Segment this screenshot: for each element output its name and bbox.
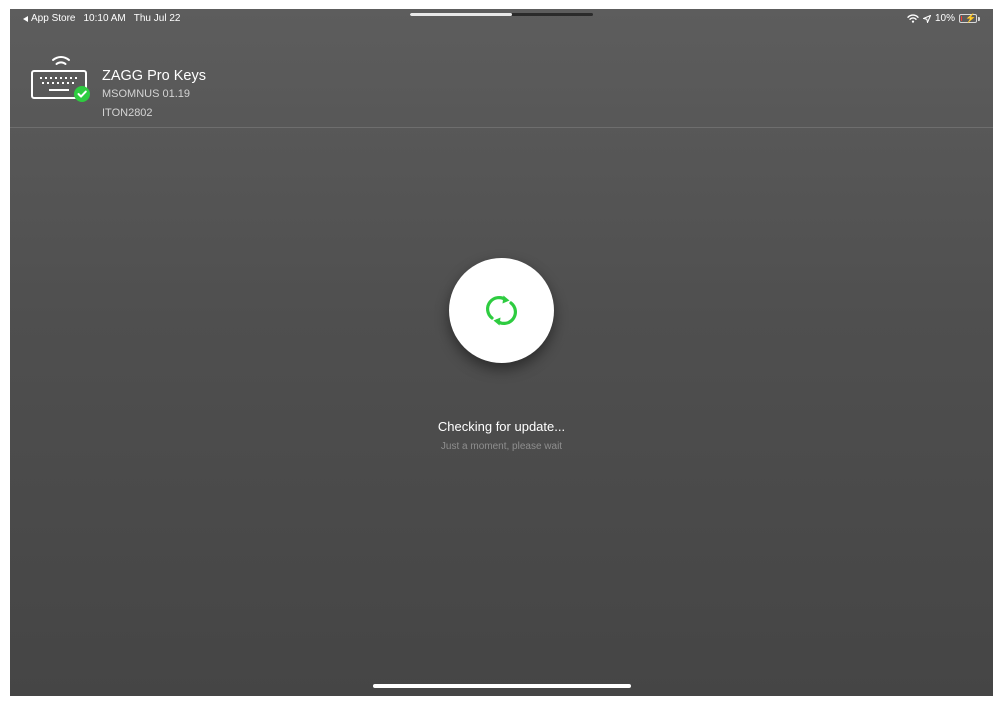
status-time: 10:10 AM bbox=[83, 13, 126, 24]
update-status-circle bbox=[449, 258, 554, 363]
back-arrow-icon bbox=[23, 15, 28, 22]
multitasking-indicator-fill bbox=[410, 13, 513, 16]
status-left: App Store 10:10 AM Thu Jul 22 bbox=[23, 13, 180, 24]
battery-charging-icon: ⚡ bbox=[959, 13, 977, 23]
battery-percent: 10% bbox=[934, 13, 955, 24]
back-label: App Store bbox=[31, 13, 76, 24]
app-screen: App Store 10:10 AM Thu Jul 22 10% ⚡ ZAGG… bbox=[10, 9, 993, 696]
back-to-app-store[interactable]: App Store bbox=[23, 13, 75, 24]
update-subtitle: Just a moment, please wait bbox=[440, 441, 563, 452]
device-id: ITON2802 bbox=[102, 107, 153, 119]
location-icon bbox=[922, 14, 931, 23]
keyboard-connected-icon bbox=[31, 56, 90, 102]
device-firmware: MSOMNUS 01.19 bbox=[102, 88, 191, 100]
device-name: ZAGG Pro Keys bbox=[102, 68, 206, 84]
battery-tip bbox=[978, 16, 980, 21]
status-date: Thu Jul 22 bbox=[133, 13, 181, 24]
bolt-icon: ⚡ bbox=[965, 13, 977, 23]
refresh-icon bbox=[486, 295, 517, 326]
update-title: Checking for update... bbox=[437, 419, 566, 434]
status-bar: App Store 10:10 AM Thu Jul 22 10% ⚡ bbox=[10, 9, 993, 29]
multitasking-indicator[interactable] bbox=[410, 13, 593, 16]
device-header: ZAGG Pro Keys MSOMNUS 01.19 ITON2802 bbox=[10, 29, 993, 128]
device-info: ZAGG Pro Keys MSOMNUS 01.19 ITON2802 bbox=[102, 67, 206, 123]
home-indicator[interactable] bbox=[373, 684, 631, 688]
status-right: 10% ⚡ bbox=[907, 13, 980, 24]
wifi-icon bbox=[907, 14, 919, 23]
battery-level bbox=[961, 16, 962, 21]
